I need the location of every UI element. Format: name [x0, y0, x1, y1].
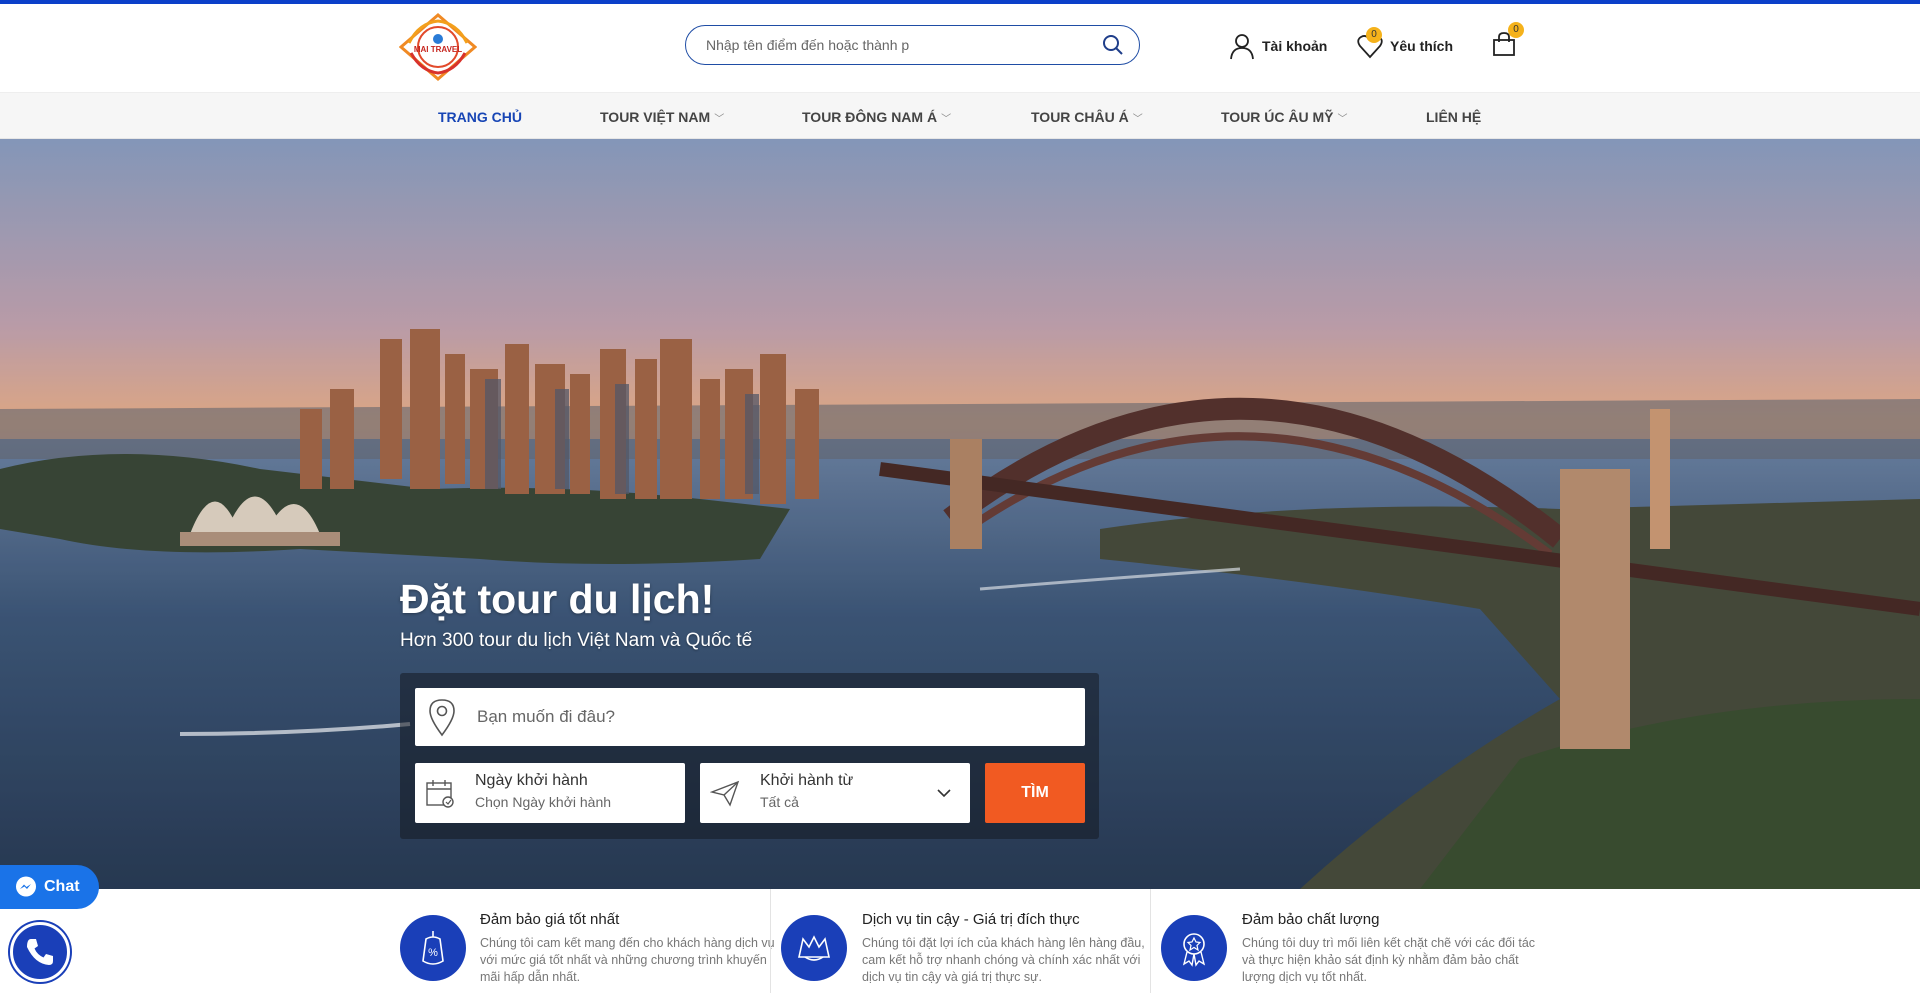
nav-item-home[interactable]: TRANG CHỦ	[438, 109, 522, 125]
main-nav: TRANG CHỦ TOUR VIỆT NAM ﹀ TOUR ĐÔNG NAM Á…	[0, 92, 1920, 139]
nav-item-tour-australia-europe-america[interactable]: TOUR ÚC ÂU MỸ ﹀	[1221, 109, 1348, 125]
nav-item-tour-vietnam[interactable]: TOUR VIỆT NAM ﹀	[600, 109, 724, 125]
departure-date-field[interactable]: Ngày khởi hành Chọn Ngày khởi hành	[415, 763, 685, 823]
departure-from-select[interactable]: Khởi hành từ Tất cả	[700, 763, 970, 823]
wishlist-icon-wrap: 0	[1356, 27, 1384, 60]
feature-text: Chúng tôi đặt lợi ích của khách hàng lên…	[862, 936, 1145, 984]
nav-item-label: TOUR VIỆT NAM	[600, 109, 711, 125]
feature-title: Dịch vụ tin cậy - Giá trị đích thực	[862, 911, 1080, 928]
destination-placeholder: Bạn muốn đi đâu?	[477, 707, 615, 726]
chevron-down-icon: ﹀	[714, 113, 725, 125]
wishlist-label: Yêu thích	[1390, 38, 1454, 54]
search-tour-button[interactable]: TÌM	[985, 763, 1085, 823]
logo-text: MAI TRAVEL	[414, 45, 462, 54]
account-link[interactable]: Tài khoản	[1228, 32, 1327, 60]
calendar-icon	[426, 780, 454, 808]
feature-title: Đảm bảo giá tốt nhất	[480, 911, 620, 928]
account-label: Tài khoản	[1262, 38, 1328, 54]
departure-date-label: Ngày khởi hành	[475, 772, 588, 789]
site-header: MAI TRAVEL Tài khoản 0 Yêu thích 0	[0, 4, 1920, 92]
chevron-down-icon: ﹀	[1337, 113, 1348, 125]
departure-date-value: Chọn Ngày khởi hành	[475, 794, 612, 810]
nav-item-contact[interactable]: LIÊN HỆ	[1426, 109, 1481, 125]
mai-travel-logo[interactable]: MAI TRAVEL	[399, 13, 477, 81]
tour-search-panel: Bạn muốn đi đâu? Ngày khởi hành Chọn Ngà…	[400, 673, 1099, 839]
hero-subtitle: Hơn 300 tour du lịch Việt Nam và Quốc tế	[400, 630, 753, 651]
feature-best-price: % Đảm bảo giá tốt nhất Chúng tôi cam kết…	[400, 889, 780, 993]
nav-item-tour-asia[interactable]: TOUR CHÂU Á ﹀	[1031, 109, 1143, 125]
price-tag-icon: %	[400, 915, 466, 981]
cart-count-badge: 0	[1508, 22, 1524, 38]
wishlist-count-badge: 0	[1366, 27, 1382, 43]
hero-banner: Đặt tour du lịch! Hơn 300 tour du lịch V…	[0, 139, 1920, 889]
departure-from-value: Tất cả	[760, 794, 799, 810]
handshake-icon	[781, 915, 847, 981]
feature-text: Chúng tôi cam kết mang đến cho khách hàn…	[480, 936, 775, 984]
call-button[interactable]	[10, 922, 70, 982]
feature-trusted-service: Dịch vụ tin cậy - Giá trị đích thực Chún…	[770, 889, 1150, 993]
nav-item-tour-southeast-asia[interactable]: TOUR ĐÔNG NAM Á ﹀	[802, 109, 951, 125]
chevron-down-icon	[937, 789, 951, 798]
feature-quality: Đảm bảo chất lượng Chúng tôi duy trì mối…	[1150, 889, 1535, 993]
search-icon[interactable]	[1101, 33, 1125, 57]
nav-item-label: TOUR CHÂU Á	[1031, 109, 1129, 125]
phone-icon	[27, 939, 53, 965]
cart-icon-wrap: 0	[1490, 22, 1524, 58]
chevron-down-icon: ﹀	[1132, 113, 1143, 125]
messenger-icon	[16, 876, 36, 897]
location-pin-icon	[429, 699, 455, 737]
svg-text:%: %	[428, 947, 438, 959]
user-icon	[1230, 34, 1254, 60]
feature-title: Đảm bảo chất lượng	[1242, 911, 1380, 928]
departure-from-label: Khởi hành từ	[760, 772, 854, 789]
hero-title: Đặt tour du lịch!	[400, 576, 715, 622]
destination-field[interactable]: Bạn muốn đi đâu?	[415, 688, 1085, 746]
wishlist-link[interactable]: 0 Yêu thích	[1356, 27, 1454, 60]
cart-link[interactable]: 0	[1490, 22, 1524, 58]
nav-item-label: TRANG CHỦ	[438, 109, 522, 125]
chat-label: Chat	[44, 878, 80, 895]
chevron-down-icon: ﹀	[941, 113, 952, 125]
header-search-input[interactable]	[706, 37, 1101, 53]
nav-item-label: TOUR ÚC ÂU MỸ	[1221, 109, 1334, 125]
messenger-chat-button[interactable]: Chat	[0, 865, 99, 909]
award-icon	[1161, 915, 1227, 981]
nav-item-label: LIÊN HỆ	[1426, 109, 1482, 125]
paper-plane-icon	[710, 780, 740, 807]
nav-item-label: TOUR ĐÔNG NAM Á	[802, 109, 938, 125]
features-strip: % Đảm bảo giá tốt nhất Chúng tôi cam kết…	[0, 889, 1920, 993]
header-search	[685, 25, 1140, 65]
feature-text: Chúng tôi duy trì mối liên kết chặt chẽ …	[1242, 936, 1536, 984]
